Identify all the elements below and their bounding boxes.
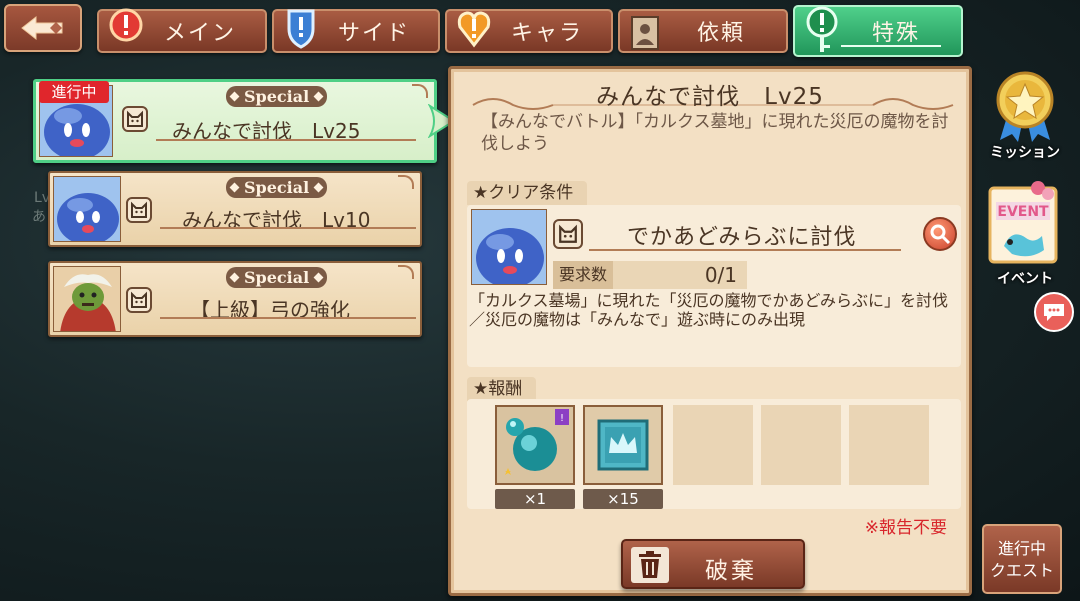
reward-slot-empty [761,405,841,485]
cat-face-icon [126,197,152,223]
teal-slime-orb-icon: ! [505,409,569,475]
special-badge: Special [226,177,328,198]
event-card-text: EVENT [997,204,1049,220]
reward-crown-tile[interactable] [583,405,663,485]
search-button[interactable] [923,217,957,251]
in-progress-quest-button[interactable]: 進行中 クエスト [982,524,1062,594]
cat-face-icon [553,219,583,249]
condition-divider [589,249,901,251]
chat-button[interactable] [1034,292,1074,332]
quest-detail-panel: みんなで討伐 Lv25 【みんなでバトル】「カルクス墓地」に現れた災厄の魔物を討… [448,66,972,596]
cat-face-icon [126,287,152,313]
in-progress-quest-label-line1: 進行中 [997,539,1046,558]
tab-side-label: サイド [337,21,410,46]
reward-quantity: ×1 [495,489,575,509]
chat-bubble-icon [1044,304,1064,321]
quest-detail-title: みんなで討伐 Lv25 [596,84,824,110]
condition-target: でかあどみらぶに討伐 [627,225,857,250]
red-exclamation-badge-icon [109,5,143,57]
rewards-header: ★報酬 [467,377,537,401]
tab-main[interactable]: メイン [97,8,267,53]
trash-icon [631,547,669,583]
corner-ornament [412,84,428,98]
blue-slime-portrait [53,176,121,242]
active-tab-underline [841,45,941,47]
reward-quantity: ×15 [583,489,663,509]
background-text-fragment: あ [32,209,46,225]
clear-conditions-box: でかあどみらぶに討伐 要求数 0/1 [467,205,961,367]
event-label: イベント [997,271,1053,287]
back-arrow-icon [21,15,63,41]
reward-slot-empty [673,405,753,485]
tab-special[interactable]: 特殊 [793,5,963,57]
blue-exclamation-shield-icon [284,5,318,57]
corner-ornament [398,265,414,279]
star-icon: ★ [473,379,489,399]
green-key-exclamation-icon [805,5,839,61]
required-count-label: 要求数 [553,261,614,289]
mission-button[interactable] [990,70,1060,142]
tab-side[interactable]: サイド [272,9,440,53]
tab-request[interactable]: 依頼 [618,9,788,53]
blue-crown-tile-icon [597,419,649,471]
tab-character[interactable]: キャラ [445,9,613,53]
in-progress-badge: 進行中 [39,81,109,103]
tab-character-label: キャラ [510,21,583,46]
portrait-frame-icon [630,15,660,57]
required-count-row: 要求数 0/1 [553,261,747,289]
required-count-value: 0/1 [704,263,737,287]
event-card-icon [988,181,1058,264]
goblin-warrior-portrait [53,266,121,332]
star-icon: ★ [473,183,489,203]
event-button[interactable]: EVENT [986,180,1062,266]
clear-conditions-header: ★クリア条件 [467,181,588,205]
corner-ornament [398,175,414,189]
mission-label: ミッション [990,145,1060,161]
quest-card[interactable]: Special みんなで討伐 Lv10 [48,171,422,247]
quest-card[interactable]: Special 【上級】弓の強化 [48,261,422,337]
quest-divider [156,139,416,141]
special-badge: Special [226,86,328,107]
tab-special-label: 特殊 [871,21,920,46]
quest-card-selected[interactable]: 進行中 Special みんなで討伐 Lv25 [33,79,437,163]
tab-main-label: メイン [163,21,236,46]
discard-label: 破棄 [705,558,757,584]
reward-slime-orb[interactable]: ! [495,405,575,485]
tab-request-label: 依頼 [696,21,745,46]
mission-medal-icon [996,71,1054,142]
svg-text:!: ! [560,413,564,424]
condition-note: 「カルクス墓場」に現れた「災厄の魔物でかあどみらぶに」を討伐／災厄の魔物は「みん… [469,291,949,329]
in-progress-quest-label-line2: クエスト [989,561,1054,580]
quest-divider [160,227,416,229]
clear-conditions-label: クリア条件 [488,183,574,203]
reward-slot-empty [849,405,929,485]
cat-face-icon [122,106,148,132]
magnifier-icon [930,224,951,245]
no-report-notice: ※報告不要 [864,518,947,538]
quest-description: 【みんなでバトル】「カルクス墓地」に現れた災厄の魔物を討伐しよう [481,112,949,154]
blue-slime-portrait [471,209,547,285]
special-badge: Special [226,267,328,288]
discard-button[interactable]: 破棄 [621,539,805,589]
back-button[interactable] [4,4,82,52]
orange-heart-exclamation-icon [457,5,491,57]
rewards-label: 報酬 [488,379,523,399]
quest-divider [160,317,416,319]
